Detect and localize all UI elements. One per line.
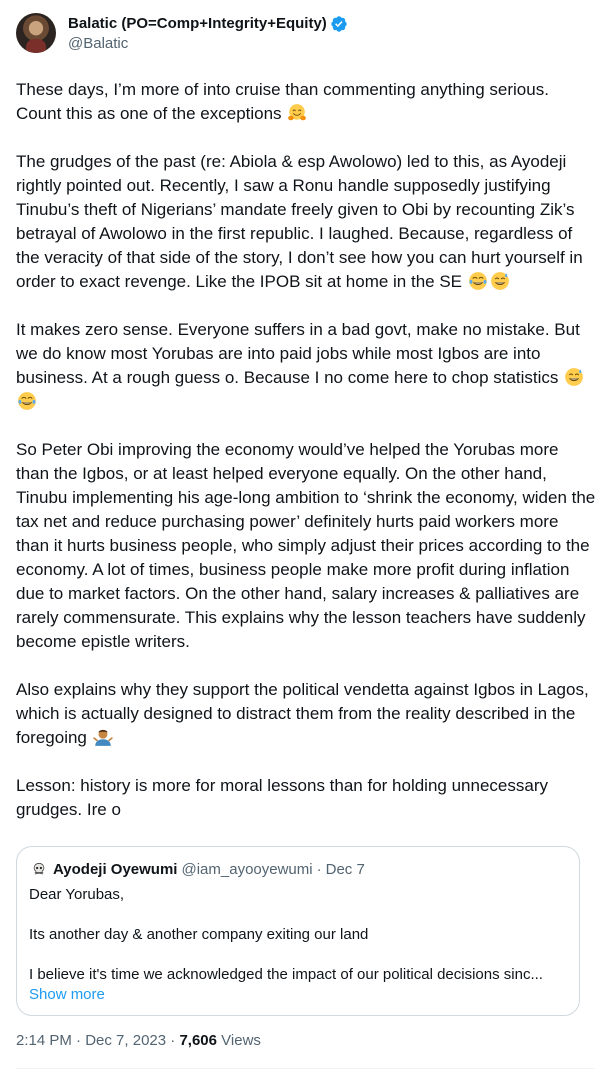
views-label: Views bbox=[221, 1032, 261, 1049]
quoted-line-3: I believe it's time we acknowledged the … bbox=[29, 966, 543, 983]
tweet-paragraph-4: So Peter Obi improving the economy would… bbox=[16, 440, 600, 651]
quoted-author-handle[interactable]: @iam_ayooyewumi bbox=[181, 861, 312, 878]
tweet-time[interactable]: 2:14 PM bbox=[16, 1032, 72, 1049]
paragraph-3-text: It makes zero sense. Everyone suffers in… bbox=[16, 320, 585, 387]
man-shrugging-icon bbox=[92, 729, 113, 746]
display-name-row: Balatic (PO=Comp+Integrity+Equity) bbox=[68, 14, 348, 34]
quoted-line-1: Dear Yorubas, bbox=[29, 886, 125, 903]
verified-badge-icon[interactable] bbox=[330, 15, 348, 33]
quoted-author-name[interactable]: Ayodeji Oyewumi bbox=[53, 861, 177, 878]
hugging-face-icon bbox=[288, 104, 307, 121]
author-avatar[interactable] bbox=[16, 13, 56, 53]
tweet-date[interactable]: Dec 7, 2023 bbox=[85, 1032, 166, 1049]
grinning-sweat-icon bbox=[565, 368, 584, 386]
tweet-text: These days, I’m more of into cruise than… bbox=[16, 78, 596, 822]
quoted-tweet-header: Ayodeji Oyewumi @iam_ayooyewumi · Dec 7 bbox=[29, 859, 567, 879]
quoted-meta-separator: · bbox=[316, 860, 322, 878]
grinning-sweat-icon bbox=[490, 272, 509, 290]
tweet-paragraph-6: Lesson: history is more for moral lesson… bbox=[16, 776, 553, 819]
footer-separator-2: · bbox=[170, 1032, 176, 1049]
author-handle[interactable]: @Balatic bbox=[68, 34, 348, 54]
paragraph-1-text: These days, I’m more of into cruise than… bbox=[16, 80, 554, 123]
show-more-link[interactable]: Show more bbox=[29, 985, 567, 1005]
tears-of-joy-icon bbox=[468, 272, 487, 290]
author-display-name[interactable]: Balatic (PO=Comp+Integrity+Equity) bbox=[68, 14, 327, 34]
views-count: 7,606 bbox=[179, 1032, 217, 1049]
quoted-line-2: Its another day & another company exitin… bbox=[29, 926, 369, 943]
tears-of-joy-icon bbox=[18, 392, 36, 410]
author-names: Balatic (PO=Comp+Integrity+Equity) @Bala… bbox=[68, 12, 348, 54]
tweet-paragraph-2: The grudges of the past (re: Abiola & es… bbox=[16, 150, 596, 294]
tweet-paragraph-3: It makes zero sense. Everyone suffers in… bbox=[16, 318, 596, 414]
footer-separator-1: · bbox=[76, 1032, 82, 1049]
tweet-header: Balatic (PO=Comp+Integrity+Equity) @Bala… bbox=[16, 12, 595, 68]
tweet: Balatic (PO=Comp+Integrity+Equity) @Bala… bbox=[0, 0, 611, 1069]
quoted-tweet[interactable]: Ayodeji Oyewumi @iam_ayooyewumi · Dec 7 … bbox=[16, 846, 580, 1016]
tweet-footer: 2:14 PM · Dec 7, 2023 · 7,606 Views bbox=[16, 1031, 261, 1051]
tweet-paragraph-1: These days, I’m more of into cruise than… bbox=[16, 78, 596, 126]
quoted-tweet-text: Dear Yorubas, Its another day & another … bbox=[29, 885, 567, 985]
quoted-date[interactable]: Dec 7 bbox=[326, 861, 365, 878]
skull-icon[interactable] bbox=[29, 859, 49, 879]
tweet-paragraph-5: Also explains why they support the polit… bbox=[16, 678, 596, 750]
